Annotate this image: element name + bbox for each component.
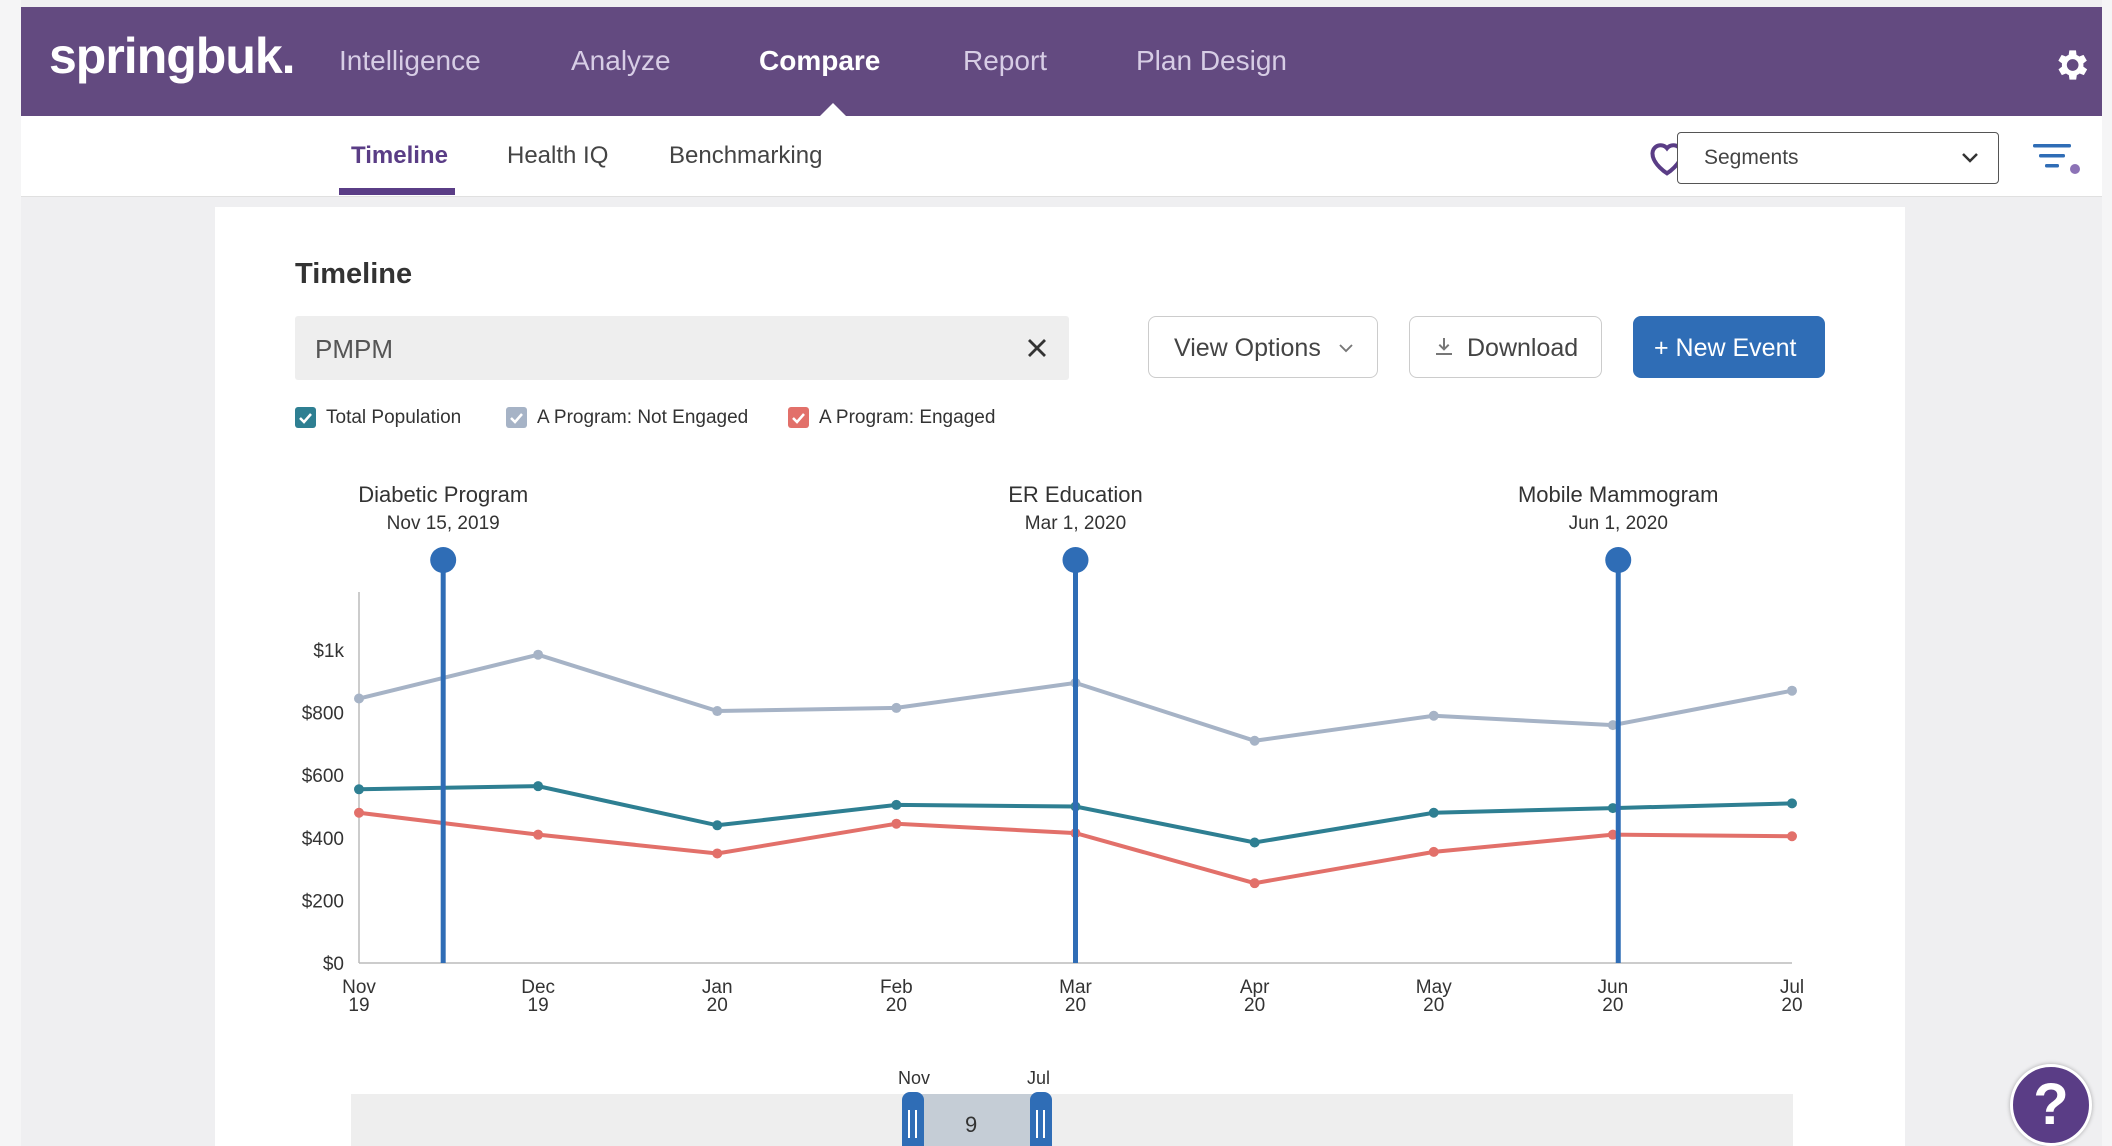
event-name: ER Education — [1008, 482, 1143, 507]
range-handle-start[interactable] — [902, 1092, 924, 1146]
series-point — [712, 706, 723, 717]
series-point — [712, 820, 723, 831]
series-point — [354, 784, 364, 795]
series-point — [533, 649, 544, 660]
x-tick-label: 20 — [1602, 995, 1623, 1016]
range-slider-selection[interactable]: 9 — [913, 1094, 1039, 1146]
event-date: Jun 1, 2020 — [1569, 513, 1668, 534]
series-point — [1249, 735, 1260, 746]
x-tick-label: 20 — [1244, 995, 1265, 1016]
event-name: Diabetic Program — [358, 482, 528, 507]
series-point — [354, 807, 364, 818]
y-tick-label: $1k — [313, 641, 344, 662]
series-point — [891, 818, 902, 829]
y-tick-label: $400 — [302, 829, 344, 850]
range-count: 9 — [965, 1112, 978, 1137]
series-point — [354, 693, 364, 704]
event-date: Mar 1, 2020 — [1025, 513, 1126, 534]
y-tick-label: $800 — [302, 704, 344, 725]
grip-line — [915, 1110, 917, 1138]
series-point — [1428, 710, 1439, 721]
event-marker — [1062, 547, 1089, 573]
range-end-label: Jul — [1027, 1068, 1051, 1088]
series-point — [1787, 831, 1797, 842]
series-point — [1249, 878, 1260, 889]
series-point — [891, 799, 902, 810]
series-point — [1249, 837, 1260, 848]
event-marker — [1605, 547, 1632, 573]
series-point — [891, 702, 902, 713]
event-marker — [430, 547, 457, 573]
y-tick-label: $200 — [302, 891, 344, 912]
series-point — [533, 829, 544, 840]
help-button[interactable]: ? — [2010, 1064, 2092, 1146]
x-tick-label: 20 — [886, 995, 907, 1016]
event-date: Nov 15, 2019 — [387, 513, 500, 534]
range-start-label: Nov — [898, 1068, 931, 1088]
x-tick-label: 20 — [1423, 995, 1444, 1016]
x-tick-label: 20 — [707, 995, 728, 1016]
x-tick-label: 20 — [1781, 995, 1802, 1016]
x-tick-label: 19 — [348, 995, 369, 1016]
grip-line — [1043, 1110, 1045, 1138]
series-point — [1428, 807, 1439, 818]
y-tick-label: $600 — [302, 766, 344, 787]
series-point — [1787, 798, 1797, 809]
x-tick-label: 19 — [528, 995, 549, 1016]
series-point — [1428, 846, 1439, 857]
range-slider-track[interactable] — [351, 1094, 1793, 1146]
series-point — [712, 848, 723, 859]
series-point — [533, 781, 544, 792]
event-name: Mobile Mammogram — [1518, 482, 1719, 507]
grip-line — [908, 1110, 910, 1138]
x-tick-label: 20 — [1065, 995, 1086, 1016]
timeline-line-chart: $0$200$400$600$800$1kNov19Dec19Jan20Feb2… — [302, 482, 1804, 1016]
series-point — [1787, 685, 1797, 696]
y-tick-label: $0 — [323, 954, 344, 975]
range-handle-end[interactable] — [1030, 1092, 1052, 1146]
grip-line — [1036, 1110, 1038, 1138]
